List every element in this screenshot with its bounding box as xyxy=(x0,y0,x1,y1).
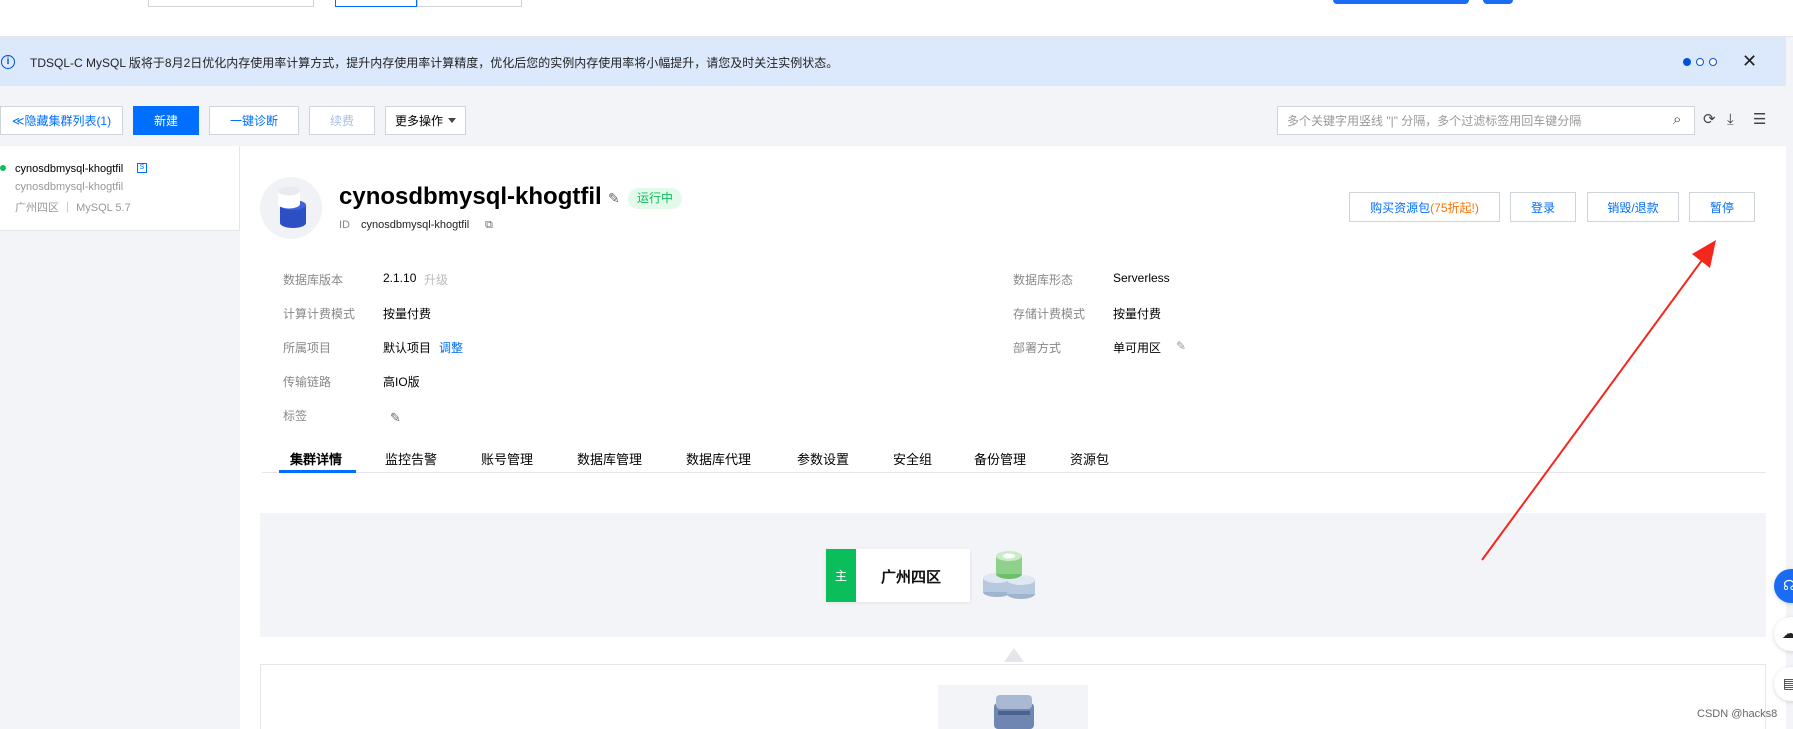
search-icon[interactable]: ⌕ xyxy=(1673,112,1681,128)
top-promo-button[interactable] xyxy=(1333,0,1469,4)
search-placeholder: 多个关键字用竖线 "|" 分隔，多个过滤标签用回车键分隔 xyxy=(1287,114,1582,128)
edit-tags-icon[interactable]: ✎ xyxy=(390,410,401,426)
watermark: CSDN @hacks8 xyxy=(1697,708,1778,720)
deployment-label: 部署方式 xyxy=(1013,341,1062,355)
project-value: 默认项目 xyxy=(383,341,432,355)
top-icon-button[interactable] xyxy=(1483,0,1513,4)
tab-resource-packs[interactable]: 资源包 xyxy=(1070,449,1109,468)
more-actions-dropdown[interactable]: 更多操作 xyxy=(385,106,466,135)
tags-label: 标签 xyxy=(283,409,308,423)
active-tab-indicator xyxy=(279,470,356,473)
notice-text: TDSQL-C MySQL 版将于8月2日优化内存使用率计算方式，提升内存使用率… xyxy=(30,56,839,70)
tab-parameters[interactable]: 参数设置 xyxy=(797,449,849,468)
adjust-project-link[interactable]: 调整 xyxy=(439,339,463,356)
region-name: 广州四区 xyxy=(881,569,942,586)
tab-monitoring[interactable]: 监控告警 xyxy=(385,449,437,468)
network-link-value: 高IO版 xyxy=(383,375,420,389)
more-actions-label: 更多操作 xyxy=(394,114,443,128)
id-label: ID xyxy=(339,219,350,231)
destroy-refund-button[interactable]: 销毁/退款 xyxy=(1587,192,1679,222)
cluster-avatar xyxy=(260,177,322,239)
edit-name-icon[interactable]: ✎ xyxy=(608,190,620,207)
cluster-list-item-id: cynosdbmysql-khogtfil xyxy=(15,181,124,193)
tab-backups[interactable]: 备份管理 xyxy=(974,449,1026,468)
tab-accounts[interactable]: 账号管理 xyxy=(481,449,533,468)
copy-icon[interactable]: ⧉ xyxy=(485,219,493,232)
edit-deployment-icon[interactable]: ✎ xyxy=(1176,339,1186,353)
download-icon[interactable]: ⤓ xyxy=(1727,112,1734,128)
tab-cluster-details[interactable]: 集群详情 xyxy=(290,449,342,468)
cluster-list-panel xyxy=(0,146,240,729)
renew-button[interactable]: 续费 xyxy=(309,106,375,135)
compute-billing-value: 按量付费 xyxy=(383,307,432,321)
search-input[interactable]: 多个关键字用竖线 "|" 分隔，多个过滤标签用回车键分隔 xyxy=(1277,106,1695,135)
serverless-badge-icon: S xyxy=(137,163,147,173)
top-tab-active[interactable] xyxy=(335,0,417,7)
compute-billing-label: 计算计费模式 xyxy=(283,307,356,321)
headset-icon: ☊ xyxy=(1783,577,1793,593)
buy-resource-pack-button[interactable]: 购买资源包 (75折起!) xyxy=(1349,192,1500,222)
status-badge: 运行中 xyxy=(628,188,683,209)
pager-dot-1[interactable] xyxy=(1683,58,1691,66)
top-input[interactable] xyxy=(148,0,314,7)
chevron-down-icon xyxy=(448,118,456,123)
database-icon xyxy=(278,186,306,228)
document-icon: ▤ xyxy=(1783,675,1793,691)
login-button[interactable]: 登录 xyxy=(1510,192,1576,222)
pause-button[interactable]: 暂停 xyxy=(1689,192,1755,222)
project-label: 所属项目 xyxy=(283,341,332,355)
diagnose-button[interactable]: 一键诊断 xyxy=(209,106,299,135)
info-icon: i xyxy=(1,55,15,69)
hide-cluster-list-button[interactable]: ≪隐藏集群列表(1) xyxy=(0,106,123,135)
cluster-list-item-name[interactable]: cynosdbmysql-khogtfil xyxy=(15,163,123,175)
close-icon[interactable]: ✕ xyxy=(1742,51,1757,71)
tab-databases[interactable]: 数据库管理 xyxy=(577,449,642,468)
buy-discount-label: (75折起!) xyxy=(1430,200,1479,215)
storage-billing-value: 按量付费 xyxy=(1113,307,1162,321)
db-form-value: Serverless xyxy=(1113,271,1170,285)
cluster-id: cynosdbmysql-khogtfil xyxy=(361,219,470,231)
database-cluster-icon xyxy=(975,540,1045,613)
server-icon xyxy=(994,695,1034,729)
page-title: cynosdbmysql-khogtfil xyxy=(339,183,602,210)
running-status-icon xyxy=(0,165,6,171)
pager-dot-3[interactable] xyxy=(1709,58,1717,66)
top-tab[interactable] xyxy=(417,0,522,7)
network-link-label: 传输链路 xyxy=(283,375,332,389)
primary-tag: 主 xyxy=(826,549,856,602)
topology-pointer xyxy=(1004,648,1024,662)
storage-billing-label: 存储计费模式 xyxy=(1013,307,1086,321)
buy-resource-pack-label: 购买资源包 xyxy=(1370,200,1431,215)
db-form-label: 数据库形态 xyxy=(1013,273,1074,287)
db-version-value: 2.1.10 xyxy=(383,271,417,285)
tab-db-proxy[interactable]: 数据库代理 xyxy=(686,449,751,468)
pager-dot-2[interactable] xyxy=(1696,58,1704,66)
deployment-value: 单可用区 xyxy=(1113,341,1162,355)
new-button[interactable]: 新建 xyxy=(133,106,199,135)
cluster-list-item-meta: 广州四区 ｜ MySQL 5.7 xyxy=(15,202,131,214)
refresh-icon[interactable]: ⟳ xyxy=(1703,112,1716,128)
notice-pager[interactable] xyxy=(1683,58,1717,66)
server-node-card xyxy=(938,685,1088,729)
upgrade-link[interactable]: 升级 xyxy=(424,271,448,288)
cloud-icon: ☁ xyxy=(1782,625,1793,641)
annotation-arrow xyxy=(1481,240,1716,561)
tab-security-group[interactable]: 安全组 xyxy=(893,449,932,468)
db-version-label: 数据库版本 xyxy=(283,273,344,287)
settings-icon[interactable]: ☰ xyxy=(1753,112,1766,128)
